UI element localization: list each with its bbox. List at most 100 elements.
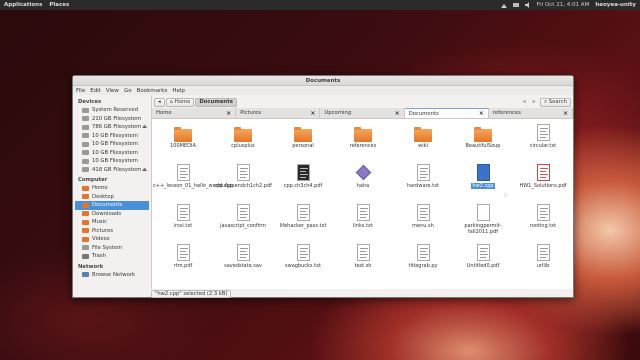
close-icon[interactable]: × (226, 110, 231, 117)
window-title[interactable]: Documents (73, 76, 573, 86)
sidebar-item[interactable]: Pictures (75, 227, 149, 236)
sidebar-item[interactable]: 10 GB Filesystem (75, 157, 149, 166)
sidebar-item[interactable]: 418 GB Filesystem ⏏ (75, 166, 149, 175)
file-name-text: lifehacker_pass.txt (279, 223, 327, 229)
file-item[interactable]: javascript_confirm (213, 204, 273, 230)
sidebar-item[interactable]: Home (75, 184, 149, 193)
sidebar-item[interactable]: 10 GB Filesystem (75, 132, 149, 141)
applications-menu[interactable]: Applications (4, 2, 42, 8)
file-item[interactable]: personal (273, 124, 333, 150)
path-back-button[interactable]: ◂ (154, 97, 165, 107)
user-menu[interactable]: heoyea-unity (595, 2, 636, 8)
text-line (479, 248, 488, 249)
file-item[interactable]: wiki (393, 124, 453, 150)
back-arrow-icon[interactable]: ◂ (520, 98, 528, 106)
folder-icon (82, 219, 89, 225)
file-name-text: Untitled0.pdf (466, 263, 500, 269)
file-item[interactable]: HW1_Solutions.pdf (513, 164, 573, 190)
places-menu[interactable]: Places (49, 2, 69, 8)
tab-upcoming[interactable]: Upcoming × (320, 108, 405, 118)
menu-view[interactable]: View (106, 88, 119, 94)
forward-arrow-icon[interactable]: ▸ (530, 98, 538, 106)
network-list: Browse Network (75, 271, 149, 280)
menu-file[interactable]: File (76, 88, 85, 94)
sidebar-item[interactable]: 10 GB Filesystem (75, 149, 149, 158)
document-icon (294, 204, 312, 222)
eject-icon[interactable]: ⏏ (142, 124, 147, 130)
file-item[interactable]: circular.txt (513, 124, 573, 150)
tab-documents[interactable]: Documents × (404, 108, 489, 118)
text-line (539, 134, 548, 135)
file-item[interactable]: cplusplus (213, 124, 273, 150)
file-item[interactable]: BeautifulSoup (453, 124, 513, 150)
sidebar-item[interactable]: Browse Network (75, 271, 149, 280)
sidebar-item[interactable]: Desktop (75, 193, 149, 202)
page-shape (536, 124, 550, 141)
text-line (539, 168, 548, 169)
close-icon[interactable]: × (563, 110, 568, 117)
sidebar-item[interactable]: Videos (75, 235, 149, 244)
close-icon[interactable]: × (395, 110, 400, 117)
file-item[interactable]: cpp.Appendch1ch2.pdf (213, 164, 273, 190)
file-item[interactable]: urllib (513, 244, 573, 270)
tab-bar: Home × Pictures × Upcoming × Documents × referen… (152, 108, 574, 119)
keyboard-icon[interactable] (512, 2, 519, 8)
file-name-text: hardware.txt (406, 183, 440, 189)
sidebar-item[interactable]: Trash (75, 252, 149, 261)
sidebar-item[interactable]: File System (75, 244, 149, 253)
path-current-button[interactable]: Documents (195, 97, 237, 107)
file-item[interactable]: menu.sh (393, 204, 453, 230)
sidebar-item[interactable]: Downloads (75, 210, 149, 219)
sidebar-item[interactable]: Music (75, 218, 149, 227)
file-item[interactable]: rtm.pdf (153, 244, 213, 270)
file-item[interactable]: titlegrab.py (393, 244, 453, 270)
sidebar-item[interactable]: System Reserved (75, 106, 149, 115)
file-name-text: wiki (418, 143, 428, 149)
file-item[interactable]: swagbucks.txt (273, 244, 333, 270)
file-name: HW1_Solutions.pdf (513, 183, 573, 190)
text-line (239, 177, 246, 178)
sidebar-item[interactable]: 210 GB Filesystem (75, 115, 149, 124)
sidebar-item[interactable]: 786 GB Filesystem ⏏ (75, 123, 149, 132)
file-manager-window: Documents File Edit View Go Bookmarks He… (72, 75, 574, 298)
path-home-button[interactable]: ⌂ Home (165, 97, 195, 107)
sidebar-item[interactable]: Documents (75, 201, 149, 210)
file-item[interactable]: test.sh (333, 244, 393, 270)
file-item[interactable]: references (333, 124, 393, 150)
close-icon[interactable]: × (310, 110, 315, 117)
volume-icon[interactable] (524, 2, 531, 8)
file-item[interactable]: lifehacker_pass.txt (273, 204, 333, 230)
file-item[interactable]: irssi.txt (153, 204, 213, 230)
tab-home[interactable]: Home × (152, 108, 237, 118)
file-name-text: cplusplus (231, 143, 255, 149)
tab-pictures[interactable]: Pictures × (236, 108, 321, 118)
eject-icon[interactable]: ⏏ (142, 167, 147, 173)
sidebar-item-label: Pictures (92, 227, 113, 234)
menu-edit[interactable]: Edit (90, 88, 101, 94)
menu-go[interactable]: Go (124, 88, 132, 94)
clock[interactable]: Fri Oct 21, 4:01 AM (537, 2, 590, 8)
menu-bookmarks[interactable]: Bookmarks (137, 88, 168, 94)
tab-references[interactable]: references × (489, 108, 574, 118)
file-item[interactable]: links.txt (333, 204, 393, 230)
file-name-text: references (349, 143, 377, 149)
file-item[interactable]: hardware.txt (393, 164, 453, 190)
network-icon[interactable] (500, 2, 507, 8)
file-item[interactable]: Untitled0.pdf (453, 244, 513, 270)
file-item[interactable]: savedstate.sav (213, 244, 273, 270)
file-item[interactable]: hw2.cpp (453, 164, 513, 190)
page-shape (356, 204, 370, 221)
menu-help[interactable]: Help (172, 88, 185, 94)
file-name: personal (273, 143, 333, 150)
text-line (299, 254, 308, 255)
file-item[interactable]: 100MEDIA (153, 124, 213, 150)
search-button[interactable]: ⌕ Search (540, 97, 571, 107)
sidebar-item[interactable]: 10 GB Filesystem (75, 140, 149, 149)
close-icon[interactable]: × (479, 110, 484, 117)
file-item[interactable]: parkingpermit-fall2011.pdf (453, 204, 513, 235)
file-item[interactable]: haha (333, 164, 393, 190)
file-item[interactable]: cpp.ch3ch4.pdf (273, 164, 333, 190)
file-item[interactable]: c++_lesson_01_hello_world.cpp (153, 164, 233, 190)
file-item[interactable]: rooting.txt (513, 204, 573, 230)
file-name-text: javascript_confirm (220, 223, 266, 229)
